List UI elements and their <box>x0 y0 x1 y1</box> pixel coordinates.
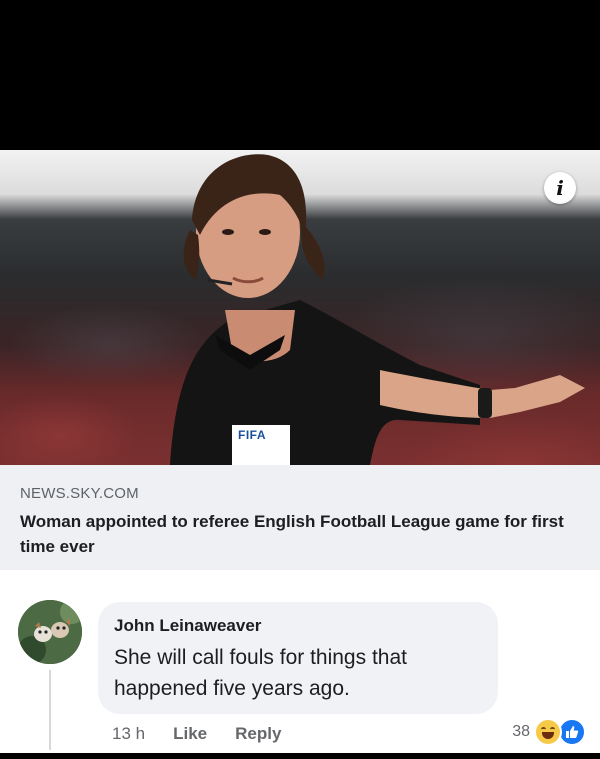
reply-button[interactable]: Reply <box>235 724 281 744</box>
referee-photo <box>170 154 585 465</box>
thread-line <box>49 670 51 750</box>
comment-actions: 13 h Like Reply <box>112 722 281 746</box>
comments-section: John Leinaweaver She will call fouls for… <box>0 570 600 753</box>
link-domain: NEWS.SKY.COM <box>20 485 139 502</box>
comment-text: She will call fouls for things that happ… <box>114 646 407 700</box>
comment-timestamp[interactable]: 13 h <box>112 724 145 744</box>
reaction-summary[interactable]: 38 <box>512 718 586 746</box>
avatar[interactable] <box>18 600 82 664</box>
haha-icon <box>534 718 562 746</box>
comment-bubble[interactable]: John Leinaweaver She will call fouls for… <box>98 602 498 714</box>
like-button[interactable]: Like <box>173 724 207 744</box>
bottom-black-area <box>0 753 600 759</box>
avatar-image <box>18 600 82 664</box>
link-preview-image[interactable]: FIFA i <box>0 150 600 465</box>
link-preview-meta[interactable]: NEWS.SKY.COM Woman appointed to referee … <box>0 465 600 570</box>
info-icon[interactable]: i <box>544 172 576 204</box>
link-headline[interactable]: Woman appointed to referee English Footb… <box>20 509 580 559</box>
like-icon <box>558 718 586 746</box>
comment-author[interactable]: John Leinaweaver <box>114 616 261 636</box>
fifa-badge: FIFA <box>238 428 266 442</box>
top-black-area <box>0 0 600 150</box>
reaction-count: 38 <box>512 723 530 740</box>
